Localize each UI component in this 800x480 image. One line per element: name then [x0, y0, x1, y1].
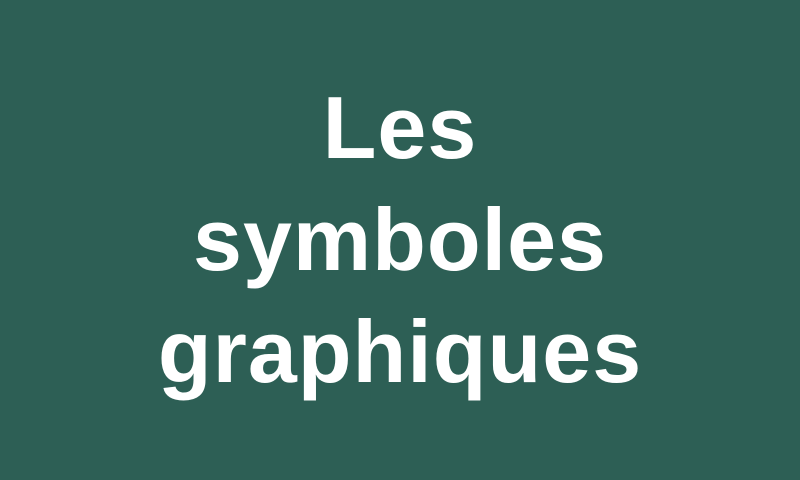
title-line-1: Les [322, 78, 478, 177]
title-line-2: symboles [193, 190, 607, 289]
title-card: Les symboles graphiques [0, 0, 800, 480]
page-title: Les symboles graphiques [158, 72, 642, 408]
title-line-3: graphiques [157, 302, 643, 401]
